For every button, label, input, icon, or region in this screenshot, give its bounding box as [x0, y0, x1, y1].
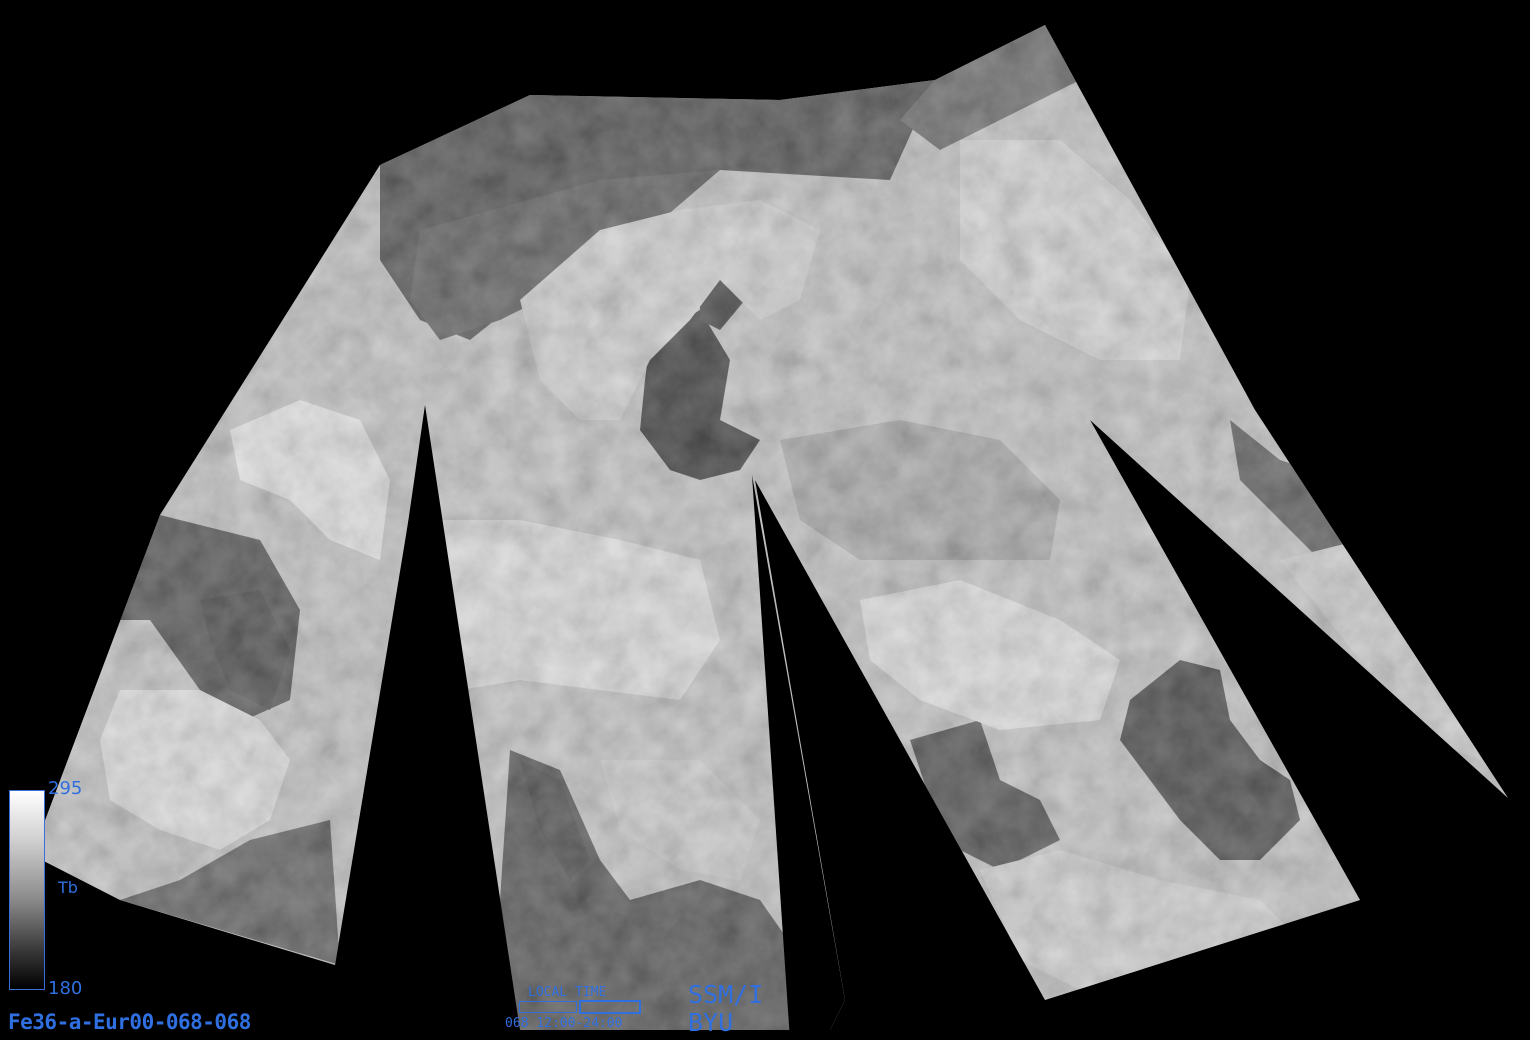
colorbar-max-label: 295 [48, 778, 83, 799]
local-time-bar-am [519, 1001, 577, 1013]
organization-label: BYU [688, 1008, 734, 1037]
image-id-label: Fe36-a-Eur00-068-068 [8, 1010, 251, 1034]
local-time-bar-pm-selected [579, 1000, 641, 1014]
colorbar-variable-label: Tb [58, 878, 78, 897]
satellite-swath-map [0, 0, 1530, 1040]
sensor-label: SSM/I [688, 980, 764, 1009]
local-time-label: LOCAL TIME [528, 985, 607, 1000]
colorbar [9, 790, 45, 990]
colorbar-min-label: 180 [48, 978, 83, 999]
local-time-range: 068 12:00-24:00 [505, 1016, 623, 1031]
